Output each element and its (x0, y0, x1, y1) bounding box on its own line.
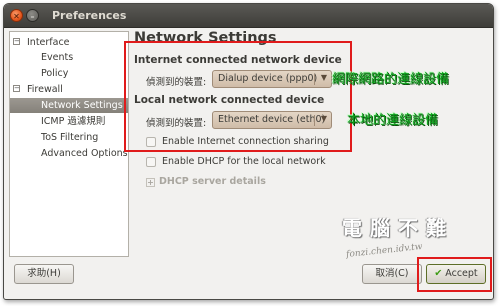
tree-item-policy[interactable]: Policy (10, 66, 128, 81)
dhcp-details-label: DHCP server details (159, 176, 266, 187)
tree-item-label: ICMP 過濾規則 (41, 116, 106, 127)
tree-item-label: Interface (27, 37, 70, 48)
enable-dhcp-label: Enable DHCP for the local network (162, 156, 326, 167)
tree-item-events[interactable]: Events (10, 50, 128, 65)
tree-item-label: Policy (41, 68, 69, 79)
tree-item-icmp[interactable]: ICMP 過濾規則 (10, 114, 128, 129)
tree-item-interface[interactable]: − Interface (10, 35, 128, 50)
watermark-main-text: 電腦不難 (342, 216, 454, 240)
internet-device-annotation: 網際網路的連線設備 (332, 72, 450, 87)
watermark-sub-text: fonzi.chen.idv.tw (345, 242, 424, 260)
tree-item-advanced-options[interactable]: Advanced Options (10, 146, 128, 161)
expand-icon: + (146, 178, 155, 187)
enable-dhcp-checkbox[interactable]: Enable DHCP for the local network (146, 156, 346, 169)
close-icon[interactable]: ✕ (10, 9, 23, 22)
highlight-box-devices (124, 41, 352, 152)
dhcp-details-expander[interactable]: + DHCP server details (146, 176, 266, 187)
collapse-icon[interactable]: − (13, 38, 20, 45)
tree-item-label: Firewall (27, 84, 63, 95)
tree-item-label: Network Settings (41, 100, 123, 111)
local-device-annotation: 本地的連線設備 (347, 113, 439, 128)
tree-item-firewall[interactable]: − Firewall (10, 82, 128, 97)
category-tree[interactable]: − Interface Events Policy − Firewall Net… (9, 31, 129, 257)
minimize-icon[interactable]: – (26, 9, 39, 22)
tree-item-label: Events (41, 52, 74, 63)
checkbox-icon[interactable] (146, 157, 156, 167)
tree-item-label: Advanced Options (41, 148, 128, 159)
help-button[interactable]: 求助(H) (14, 264, 74, 284)
window-title: Preferences (52, 9, 127, 22)
tree-item-network-settings[interactable]: Network Settings (10, 98, 128, 113)
cancel-button[interactable]: 取消(C) (362, 264, 422, 284)
tree-item-tos-filtering[interactable]: ToS Filtering (10, 130, 128, 145)
collapse-icon[interactable]: − (13, 85, 20, 92)
tree-item-label: ToS Filtering (41, 132, 99, 143)
preferences-window: ✕ – Preferences − Interface Events Polic… (3, 3, 494, 300)
highlight-box-accept (417, 257, 492, 292)
